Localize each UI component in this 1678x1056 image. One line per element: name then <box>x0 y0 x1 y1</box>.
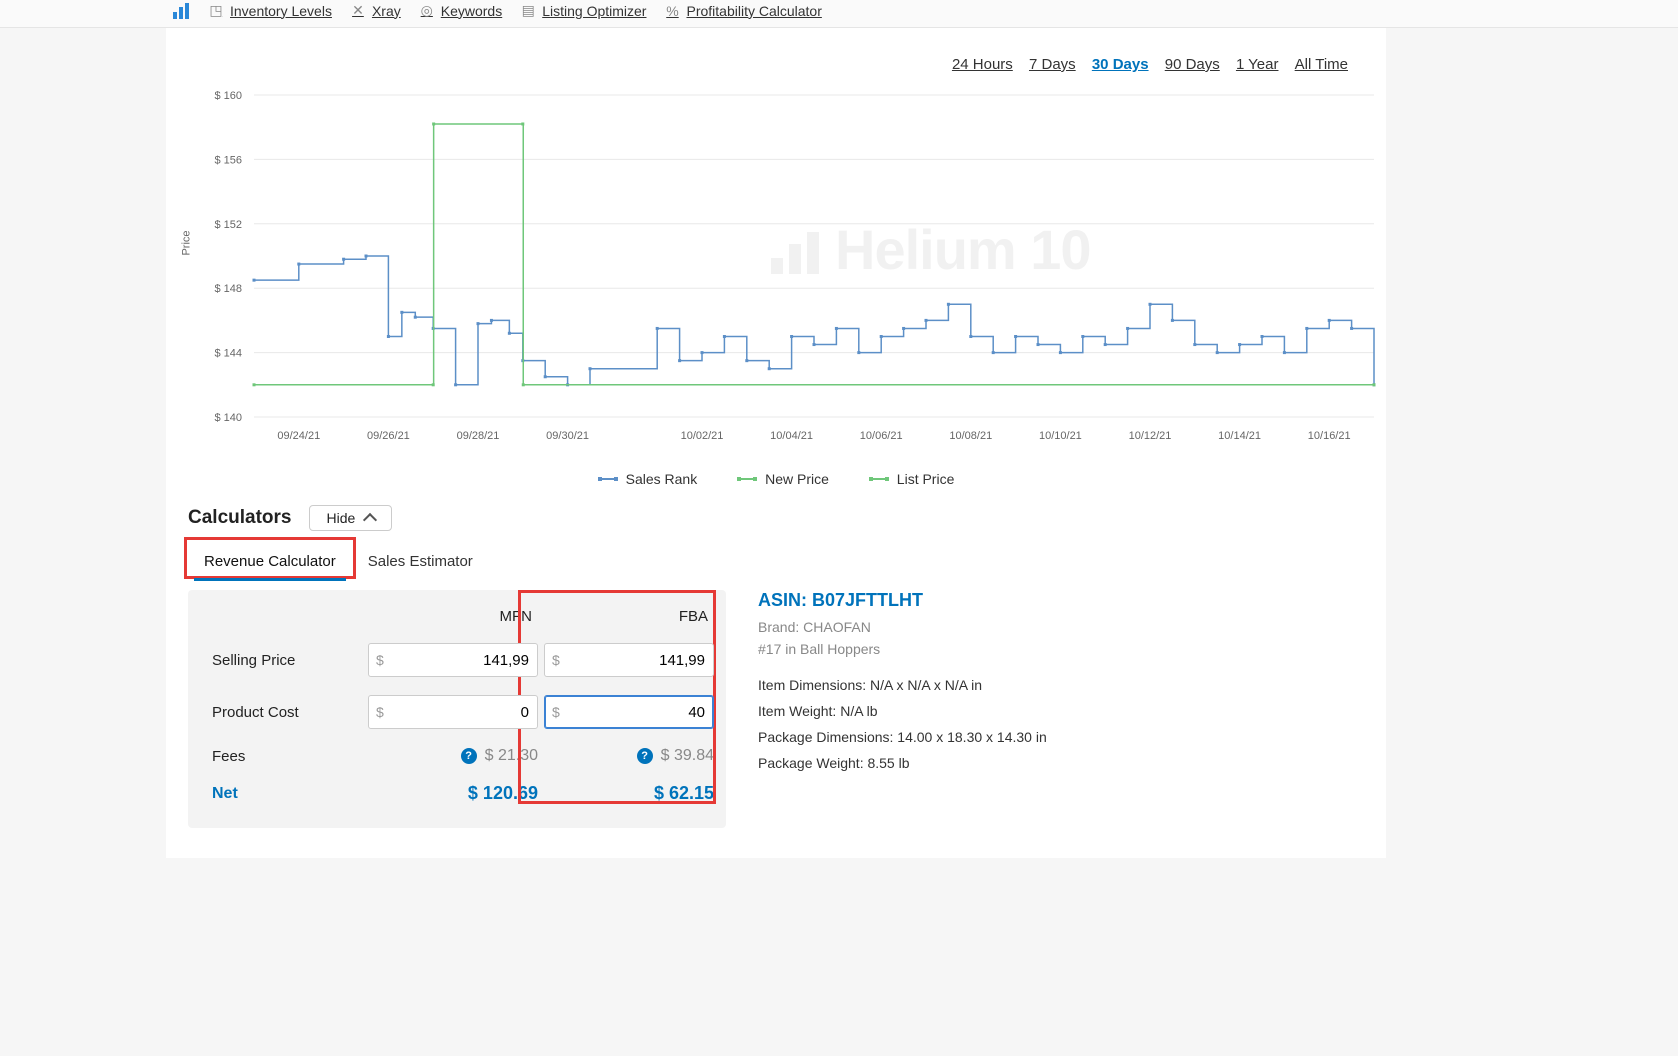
row-fees: Fees <box>212 748 362 765</box>
svg-text:10/10/21: 10/10/21 <box>1039 430 1082 442</box>
package-weight: Package Weight: 8.55 lb <box>758 755 1318 771</box>
hide-button[interactable]: Hide <box>309 505 392 531</box>
nav-inventory-levels[interactable]: ◳Inventory Levels <box>208 3 332 19</box>
revenue-calculator-panel: MFN FBA Selling Price $ $ Product Cost $… <box>188 590 726 828</box>
dollar-icon: $ <box>552 704 560 720</box>
nav-xray[interactable]: ✕Xray <box>350 3 401 19</box>
range-24h[interactable]: 24 Hours <box>952 56 1013 73</box>
chart-legend: Sales Rank New Price List Price <box>166 447 1386 505</box>
mfn-selling-price-input[interactable] <box>368 643 538 677</box>
info-icon[interactable]: ? <box>637 748 653 764</box>
svg-text:09/24/21: 09/24/21 <box>277 430 320 442</box>
target-icon: ◎ <box>419 3 435 19</box>
nav-profitability-calculator[interactable]: %Profitability Calculator <box>664 3 821 19</box>
range-7d[interactable]: 7 Days <box>1029 56 1076 73</box>
percent-icon: % <box>664 3 680 19</box>
dot-icon <box>598 478 618 480</box>
y-axis-label: Price <box>181 230 193 255</box>
svg-text:$ 160: $ 160 <box>214 90 242 102</box>
svg-text:$ 148: $ 148 <box>214 283 242 295</box>
page-icon: ▤ <box>520 3 536 19</box>
svg-text:10/06/21: 10/06/21 <box>860 430 903 442</box>
time-range-selector: 24 Hours 7 Days 30 Days 90 Days 1 Year A… <box>166 28 1386 87</box>
row-net: Net <box>212 785 362 803</box>
svg-text:09/28/21: 09/28/21 <box>457 430 500 442</box>
nav-listing-optimizer[interactable]: ▤Listing Optimizer <box>520 3 646 19</box>
dot-icon <box>869 478 889 480</box>
svg-text:$ 140: $ 140 <box>214 412 242 424</box>
range-90d[interactable]: 90 Days <box>1165 56 1220 73</box>
fba-selling-price-input[interactable] <box>544 643 714 677</box>
svg-text:10/02/21: 10/02/21 <box>681 430 724 442</box>
col-mfn: MFN <box>368 608 538 625</box>
mfn-net: $ 120.69 <box>368 783 538 804</box>
row-product-cost: Product Cost <box>212 704 362 721</box>
helium10-logo-icon <box>172 2 190 20</box>
fba-net: $ 62.15 <box>544 783 714 804</box>
top-toolbar: ◳Inventory Levels ✕Xray ◎Keywords ▤Listi… <box>0 0 1678 28</box>
chart-svg: $ 140 $ 144 $ 148 $ 152 $ 156 $ 160 09/24/21 09… <box>184 87 1384 447</box>
asin-heading[interactable]: ASIN: B07JFTTLHT <box>758 590 1318 611</box>
rank-text: #17 in Ball Hoppers <box>758 641 1318 657</box>
range-30d[interactable]: 30 Days <box>1092 56 1149 73</box>
package-dimensions: Package Dimensions: 14.00 x 18.30 x 14.3… <box>758 729 1318 745</box>
svg-text:$ 144: $ 144 <box>214 348 242 360</box>
range-all[interactable]: All Time <box>1295 56 1348 73</box>
svg-text:10/08/21: 10/08/21 <box>949 430 992 442</box>
legend-new-price[interactable]: New Price <box>737 471 829 487</box>
svg-text:10/14/21: 10/14/21 <box>1218 430 1261 442</box>
fba-product-cost-input[interactable] <box>544 695 714 729</box>
tab-sales-estimator[interactable]: Sales Estimator <box>352 543 489 580</box>
row-selling-price: Selling Price <box>212 652 362 669</box>
info-icon[interactable]: ? <box>461 748 477 764</box>
svg-text:09/30/21: 09/30/21 <box>546 430 589 442</box>
calculator-tabs: Revenue Calculator Sales Estimator <box>166 543 1386 580</box>
svg-text:09/26/21: 09/26/21 <box>367 430 410 442</box>
dollar-icon: $ <box>376 652 384 668</box>
calculators-title: Calculators <box>188 507 291 529</box>
main-content: 24 Hours 7 Days 30 Days 90 Days 1 Year A… <box>166 28 1386 858</box>
box-icon: ◳ <box>208 3 224 19</box>
x-icon: ✕ <box>350 3 366 19</box>
calculators-header: Calculators Hide <box>166 505 1386 543</box>
nav-keywords[interactable]: ◎Keywords <box>419 3 502 19</box>
svg-text:$ 152: $ 152 <box>214 219 242 231</box>
dollar-icon: $ <box>552 652 560 668</box>
tab-revenue-calculator[interactable]: Revenue Calculator <box>188 543 352 580</box>
dollar-icon: $ <box>376 704 384 720</box>
brand-text: Brand: CHAOFAN <box>758 619 1318 635</box>
item-weight: Item Weight: N/A lb <box>758 703 1318 719</box>
legend-list-price[interactable]: List Price <box>869 471 955 487</box>
fba-fees: $ 39.84 <box>661 747 714 765</box>
col-fba: FBA <box>544 608 714 625</box>
svg-text:$ 156: $ 156 <box>214 154 242 166</box>
svg-text:10/04/21: 10/04/21 <box>770 430 813 442</box>
price-chart[interactable]: Price Helium 10 $ 140$ 144$ 148$ 152$ 15… <box>184 87 1386 447</box>
legend-sales-rank[interactable]: Sales Rank <box>598 471 698 487</box>
svg-text:10/12/21: 10/12/21 <box>1129 430 1172 442</box>
mfn-product-cost-input[interactable] <box>368 695 538 729</box>
dot-icon <box>737 478 757 480</box>
range-1y[interactable]: 1 Year <box>1236 56 1279 73</box>
mfn-fees: $ 21.30 <box>485 747 538 765</box>
svg-text:10/16/21: 10/16/21 <box>1308 430 1351 442</box>
item-dimensions: Item Dimensions: N/A x N/A x N/A in <box>758 677 1318 693</box>
product-info: ASIN: B07JFTTLHT Brand: CHAOFAN #17 in B… <box>758 590 1318 781</box>
chevron-up-icon <box>363 513 377 527</box>
